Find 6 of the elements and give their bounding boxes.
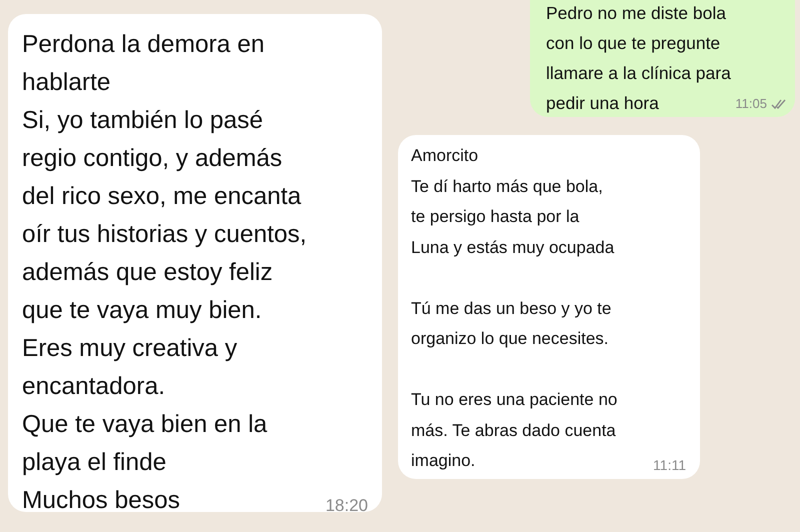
message-time: 11:05 xyxy=(735,96,767,111)
message-text: Amorcito Te dí harto más que bola, te persigo hasta por la Luna y estás muy ocupada Tú me das un beso y yo te organizo lo que necesites. Tu no eres una paciente no más. Te abras dado cuenta imagino. xyxy=(411,145,618,472)
message-text: Pedro no me diste bola con lo que te pregunte llamare a la clínica para pedir una hora xyxy=(546,2,731,115)
message-text: Perdona la demora en hablarte Si, yo también lo pasé regio contigo, y además del rico sexo, me encanta oír tus historias y cuentos, además que estoy feliz que te vaya muy bien. Eres muy creativa y encantadora. Que te vaya bien en la playa el finde Muchos besos xyxy=(22,30,307,516)
message-time: 18:20 xyxy=(325,496,368,516)
message-time: 11:11 xyxy=(653,456,686,472)
